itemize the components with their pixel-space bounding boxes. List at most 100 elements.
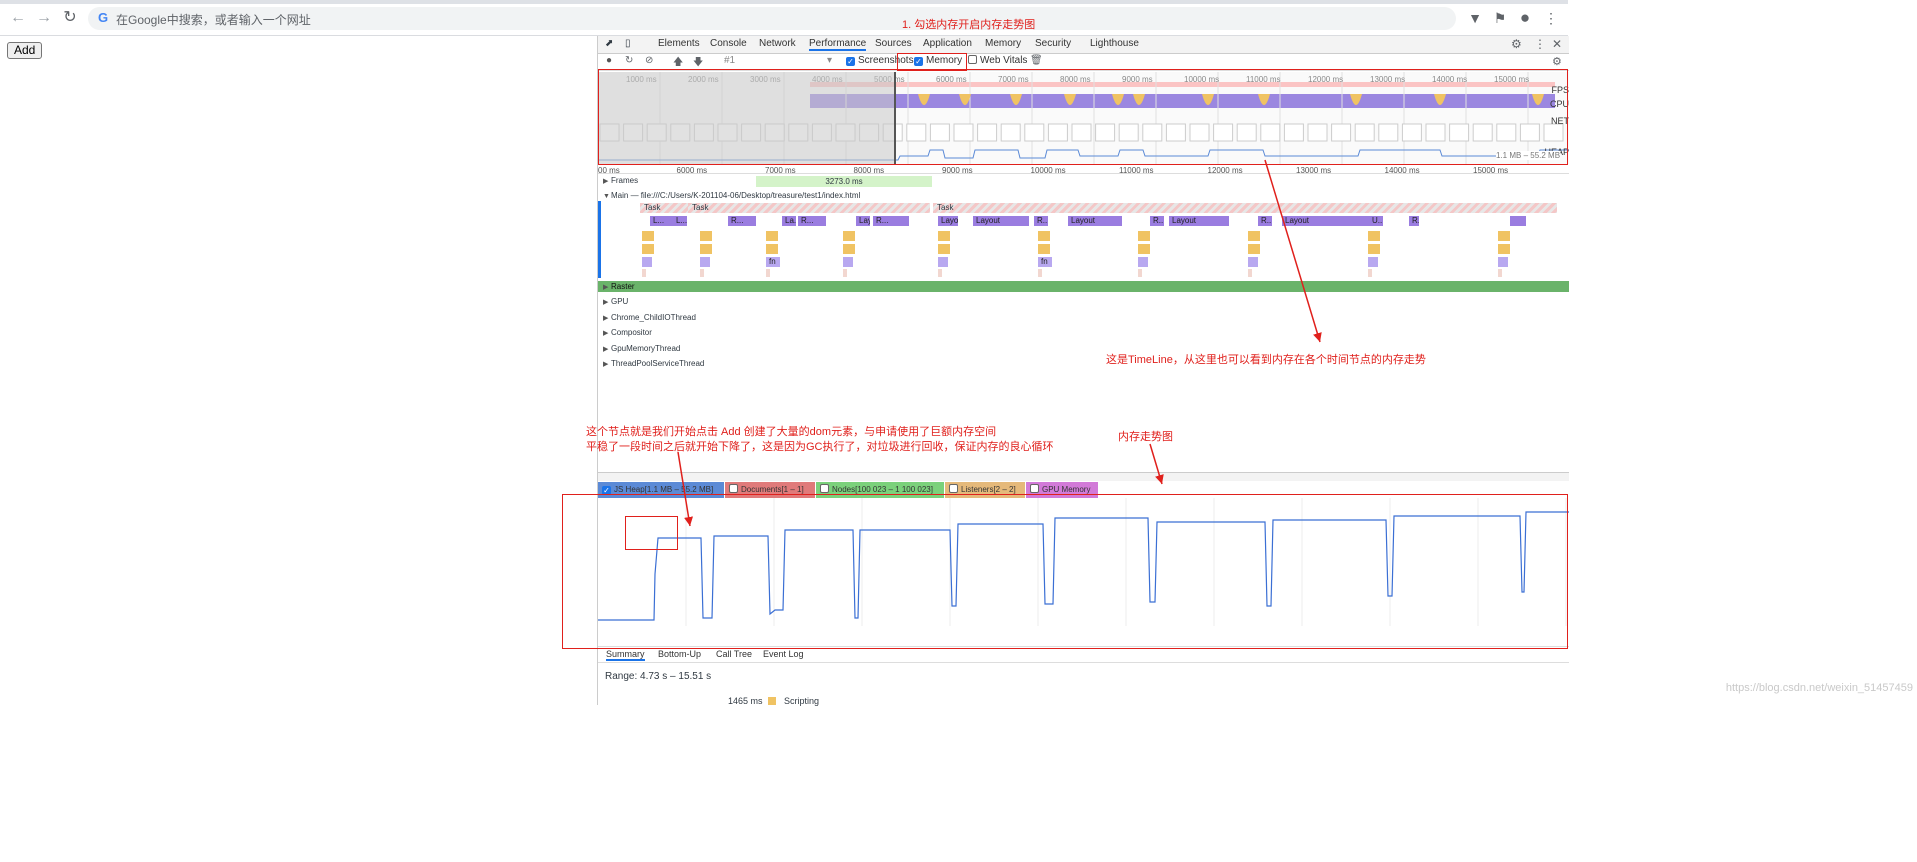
flame-entry[interactable]: U... [1369, 216, 1383, 226]
flame-call-stack[interactable] [642, 257, 652, 267]
extensions-puzzle-icon[interactable]: ⚑ [1491, 9, 1509, 27]
back-icon[interactable]: ← [8, 8, 28, 28]
close-icon[interactable]: ✕ [1552, 37, 1562, 51]
tab-summary[interactable]: Summary [606, 649, 645, 661]
tab-bottom-up[interactable]: Bottom-Up [658, 649, 701, 659]
flame-call-stack[interactable] [938, 269, 942, 277]
menu-kebab-icon[interactable]: ⋮ [1542, 9, 1560, 27]
flame-call-stack[interactable] [642, 231, 654, 241]
tab-console[interactable]: Console [710, 38, 747, 49]
flame-entry[interactable]: R... [1034, 216, 1048, 226]
clear-icon[interactable]: ⊘ [645, 55, 653, 66]
frame-duration[interactable]: 3273.0 ms [756, 176, 932, 187]
flame-call-stack[interactable] [938, 257, 948, 267]
flame-call-stack[interactable] [843, 244, 855, 254]
tab-lighthouse[interactable]: Lighthouse [1090, 38, 1139, 49]
tab-event-log[interactable]: Event Log [763, 649, 804, 659]
flame-call-stack[interactable] [1248, 257, 1258, 267]
flame-entry[interactable]: L...t [673, 216, 687, 226]
forward-icon[interactable]: → [34, 8, 54, 28]
flame-call-stack[interactable] [1368, 269, 1372, 277]
flame-call-stack[interactable] [843, 231, 855, 241]
flame-call-stack[interactable] [1038, 231, 1050, 241]
flame-call-stack[interactable] [1498, 231, 1510, 241]
flame-entry[interactable]: R... [1258, 216, 1272, 226]
flame-call-stack[interactable]: fn [766, 257, 780, 267]
flame-entry[interactable]: R... [873, 216, 909, 226]
flame-call-stack[interactable] [1138, 257, 1148, 267]
flame-entry[interactable] [1510, 216, 1526, 226]
flame-call-stack[interactable] [1248, 269, 1252, 277]
thread-childio[interactable]: ▶ Chrome_ChildIOThread [598, 313, 1569, 322]
flame-call-stack[interactable] [1038, 269, 1042, 277]
task-bar[interactable]: Task [933, 203, 1557, 213]
flame-call-stack[interactable] [1368, 257, 1378, 267]
flame-entry[interactable]: R... [1409, 216, 1419, 226]
settings-gear-icon[interactable]: ⚙ [1511, 37, 1522, 51]
add-button[interactable]: Add [7, 42, 43, 59]
flame-call-stack[interactable] [642, 244, 654, 254]
capture-settings-gear-icon[interactable]: ⚙ [1552, 55, 1562, 68]
profile-select[interactable]: #1 ▾ [724, 55, 832, 66]
thread-gpu[interactable]: ▶ GPU [598, 297, 1569, 306]
flame-call-stack[interactable] [843, 257, 853, 267]
flame-call-stack[interactable] [938, 244, 950, 254]
extension-v-icon[interactable]: ▼ [1466, 9, 1484, 27]
tab-network[interactable]: Network [759, 38, 796, 49]
flame-call-stack[interactable] [766, 231, 778, 241]
device-toggle-icon[interactable]: ▯ [625, 38, 631, 49]
flame-call-stack[interactable] [1248, 231, 1260, 241]
main-track-header[interactable]: ▼Main — file:///C:/Users/K-201104-06/Des… [598, 191, 1569, 200]
profile-avatar-icon[interactable]: ● [1516, 9, 1534, 27]
flame-call-stack[interactable] [700, 231, 712, 241]
flame-entry[interactable]: Layout [856, 216, 870, 226]
splitter[interactable] [598, 472, 1569, 481]
flame-call-stack[interactable]: fn [1038, 257, 1052, 267]
flame-call-stack[interactable] [938, 231, 950, 241]
tab-call-tree[interactable]: Call Tree [716, 649, 752, 659]
tab-sources[interactable]: Sources [875, 38, 912, 49]
flame-call-stack[interactable] [1498, 269, 1502, 277]
tab-elements[interactable]: Elements [658, 38, 700, 49]
raster-track[interactable]: ▶ Raster [598, 281, 1569, 292]
task-bar[interactable]: Task [640, 203, 688, 213]
tab-memory[interactable]: Memory [985, 38, 1021, 49]
thread-compositor[interactable]: ▶ Compositor [598, 328, 1569, 337]
flame-call-stack[interactable] [843, 269, 847, 277]
tab-performance[interactable]: Performance [809, 38, 867, 51]
flame-call-stack[interactable] [1138, 244, 1150, 254]
inspect-element-icon[interactable]: ⬈ [605, 38, 613, 49]
flame-call-stack[interactable] [1248, 244, 1260, 254]
flame-entry[interactable]: R... [1150, 216, 1164, 226]
flame-call-stack[interactable] [1138, 269, 1142, 277]
flame-entry[interactable]: R... [798, 216, 826, 226]
devtools-menu-icon[interactable]: ⋮ [1534, 37, 1546, 51]
trash-icon[interactable]: 🗑 [1030, 55, 1043, 66]
flame-call-stack[interactable] [1498, 244, 1510, 254]
flame-call-stack[interactable] [1368, 231, 1380, 241]
flame-call-stack[interactable] [766, 269, 770, 277]
flame-entry[interactable]: Layout [938, 216, 958, 226]
flame-call-stack[interactable] [700, 269, 704, 277]
flame-entry[interactable]: Layout [1169, 216, 1229, 226]
flame-call-stack[interactable] [1138, 231, 1150, 241]
flame-entry[interactable]: La...ut [782, 216, 796, 226]
flame-entry[interactable]: Layout [1068, 216, 1122, 226]
flame-entry[interactable]: Layout [973, 216, 1029, 226]
flame-call-stack[interactable] [1498, 257, 1508, 267]
flame-call-stack[interactable] [642, 269, 646, 277]
omnibox[interactable]: G 在Google中搜索，或者输入一个网址 [88, 7, 1456, 30]
tab-application[interactable]: Application [923, 38, 972, 49]
tab-security[interactable]: Security [1035, 38, 1071, 49]
flame-call-stack[interactable] [1368, 244, 1380, 254]
flame-call-stack[interactable] [1038, 244, 1050, 254]
reload-icon[interactable]: ↻ [60, 8, 80, 28]
flame-call-stack[interactable] [766, 244, 778, 254]
task-bar[interactable]: Task [688, 203, 930, 213]
webvitals-checkbox[interactable]: Web Vitals [968, 55, 1027, 66]
flame-entry[interactable]: Layout [1282, 216, 1370, 226]
flame-call-stack[interactable] [700, 244, 712, 254]
record-icon[interactable]: ● [606, 55, 612, 66]
frames-track[interactable]: ▶ Frames [598, 176, 1569, 185]
flame-call-stack[interactable] [700, 257, 710, 267]
